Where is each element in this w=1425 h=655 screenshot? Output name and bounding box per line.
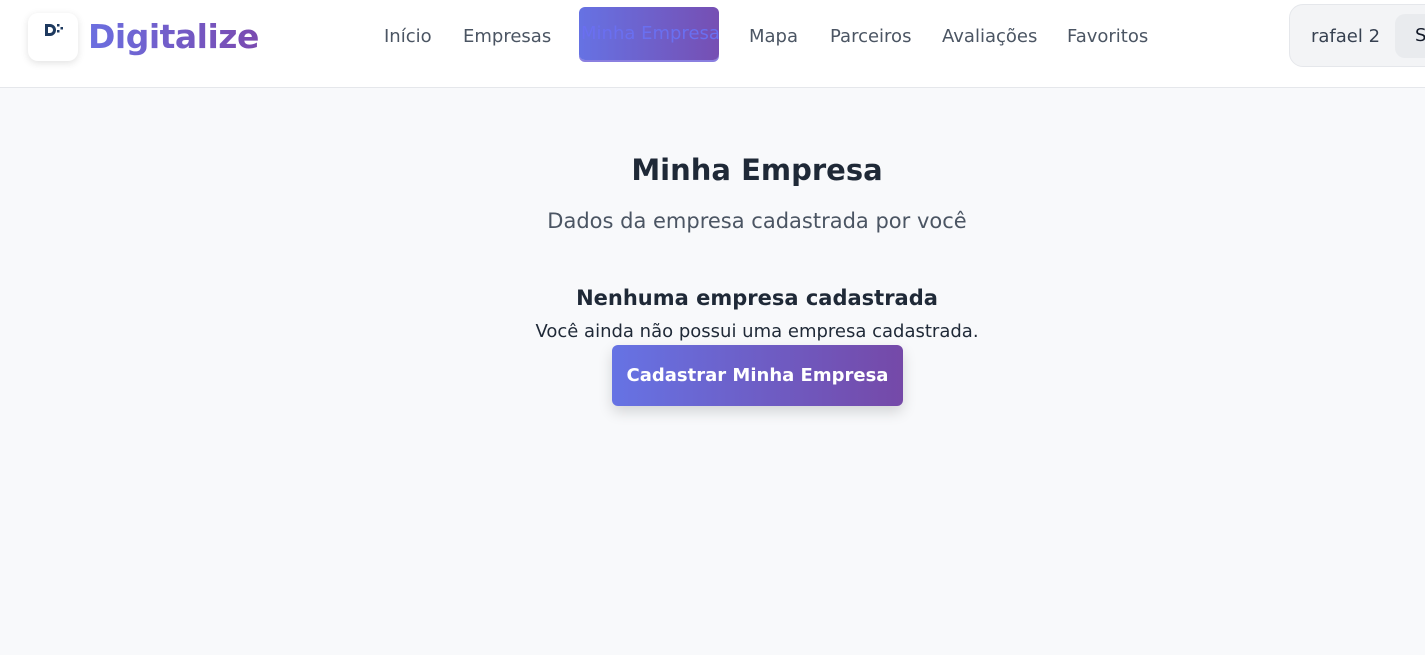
register-company-button[interactable]: Cadastrar Minha Empresa [612,345,903,406]
logout-button[interactable]: Sair [1395,14,1425,58]
nav-favoritos[interactable]: Favoritos [1067,22,1148,52]
nav-mapa[interactable]: Mapa [749,22,798,52]
page-title: Minha Empresa [631,153,883,187]
top-header: Digitalize Início Empresas Minha Empresa… [0,0,1425,88]
nav-minha-empresa[interactable]: Minha Empresa [579,7,719,60]
nav-inicio[interactable]: Início [384,22,432,52]
user-name: rafael 2 [1311,26,1381,47]
nav-empresas[interactable]: Empresas [463,22,551,52]
empty-state-title: Nenhuma empresa cadastrada [576,286,938,310]
page-subtitle: Dados da empresa cadastrada por você [547,209,967,233]
digitalize-logo-icon [45,24,63,36]
nav-parceiros[interactable]: Parceiros [830,22,911,52]
nav-minha-empresa-label: Minha Empresa [581,23,719,44]
logo[interactable] [28,13,78,61]
empty-state-text: Você ainda não possui uma empresa cadast… [535,321,979,342]
brand-name[interactable]: Digitalize [88,14,259,60]
nav-avaliacoes[interactable]: Avaliações [942,22,1037,52]
